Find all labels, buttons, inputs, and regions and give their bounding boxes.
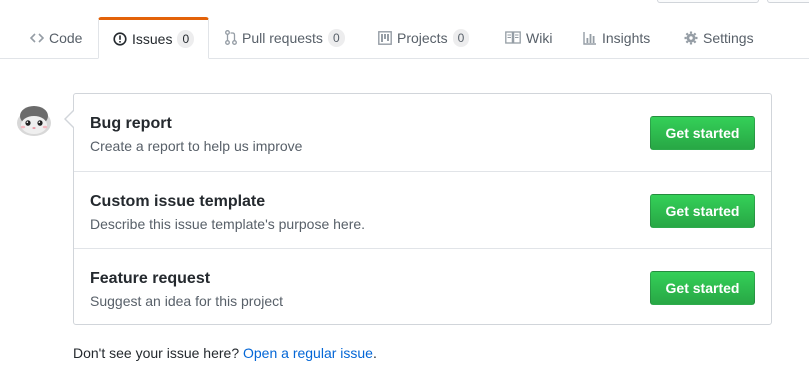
issue-opened-icon: [113, 32, 127, 46]
graph-icon: [583, 31, 597, 45]
projects-counter: 0: [452, 28, 470, 47]
repo-tabnav: Code Issues 0 Pull requests 0 Projects 0…: [0, 17, 809, 59]
git-pull-request-icon: [225, 30, 237, 45]
tab-label: Wiki: [526, 29, 553, 46]
tab-label: Issues: [132, 31, 173, 47]
tab-wiki[interactable]: Wiki: [505, 17, 552, 58]
template-description: Create a report to help us improve: [90, 138, 303, 154]
footer-period: .: [372, 345, 377, 361]
tab-settings[interactable]: Settings: [684, 17, 754, 58]
gear-icon: [684, 31, 698, 45]
tab-insights[interactable]: Insights: [583, 17, 650, 58]
template-row-bug-report: Bug report Create a report to help us im…: [74, 94, 771, 171]
tab-code[interactable]: Code: [30, 17, 82, 58]
issue-templates-box: Bug report Create a report to help us im…: [73, 93, 772, 325]
template-row-custom: Custom issue template Describe this issu…: [74, 171, 771, 248]
project-icon: [378, 30, 392, 45]
template-title: Custom issue template: [90, 193, 266, 210]
box-pointer-fill: [66, 111, 74, 127]
header-button-edge[interactable]: [767, 0, 809, 3]
tab-label: Insights: [602, 29, 651, 46]
code-icon: [30, 31, 44, 45]
template-description: Describe this issue template's purpose h…: [90, 216, 366, 232]
book-icon: [505, 31, 521, 44]
get-started-button[interactable]: Get started: [650, 116, 755, 150]
tab-pull-requests[interactable]: Pull requests 0: [225, 17, 345, 58]
template-row-feature-request: Feature request Suggest an idea for this…: [74, 248, 771, 325]
tab-label: Pull requests: [242, 29, 323, 46]
get-started-button[interactable]: Get started: [650, 194, 755, 228]
open-regular-issue-link[interactable]: Open a regular issue: [243, 345, 373, 361]
template-title: Bug report: [90, 115, 172, 132]
tab-projects[interactable]: Projects 0: [378, 17, 470, 58]
issues-counter: 0: [177, 30, 195, 48]
footer-note: Don't see your issue here? Open a regula…: [73, 345, 377, 361]
user-avatar[interactable]: [16, 104, 52, 138]
pull-requests-counter: 0: [327, 28, 345, 47]
footer-prompt: Don't see your issue here?: [73, 345, 240, 361]
template-title: Feature request: [90, 270, 211, 287]
header-button-edge[interactable]: [657, 0, 759, 3]
tab-label: Code: [49, 29, 83, 46]
tab-label: Projects: [397, 29, 448, 46]
get-started-button[interactable]: Get started: [650, 271, 755, 305]
header-strip: [0, 0, 809, 17]
tab-label: Settings: [703, 29, 754, 46]
template-description: Suggest an idea for this project: [90, 293, 284, 309]
tab-issues[interactable]: Issues 0: [98, 17, 210, 59]
